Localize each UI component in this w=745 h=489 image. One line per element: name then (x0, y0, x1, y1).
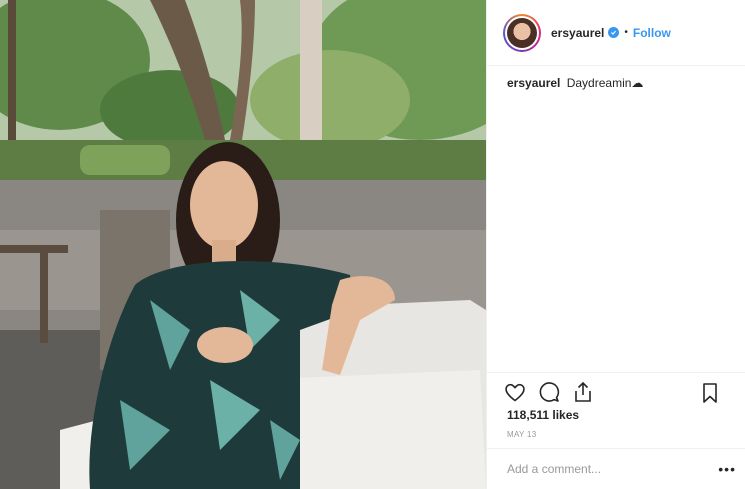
avatar-image (507, 17, 537, 48)
caption-text: Daydreamin☁ (566, 76, 644, 90)
comment-icon[interactable] (537, 380, 561, 404)
more-options-icon[interactable]: ••• (718, 461, 736, 477)
separator-dot: • (624, 27, 628, 38)
post-header: ersyaurel • Follow (487, 0, 745, 66)
post-side-panel: ersyaurel • Follow ersyaurel Daydreamin☁… (486, 0, 745, 489)
bookmark-icon[interactable] (698, 381, 722, 405)
likes-count[interactable]: 118,511 likes (507, 408, 579, 422)
username-link[interactable]: ersyaurel (551, 26, 604, 40)
post-date[interactable]: MAY 13 (507, 430, 537, 439)
username-row: ersyaurel • Follow (551, 26, 671, 40)
caption: ersyaurel Daydreamin☁ (507, 76, 643, 90)
caption-username[interactable]: ersyaurel (507, 76, 560, 90)
comment-input[interactable] (507, 462, 697, 476)
verified-badge-icon (608, 27, 620, 38)
post-photo[interactable] (0, 0, 486, 489)
heart-icon[interactable] (503, 380, 527, 404)
avatar[interactable] (503, 13, 541, 52)
share-icon[interactable] (571, 380, 595, 404)
action-bar (487, 372, 745, 410)
follow-button[interactable]: Follow (633, 26, 671, 40)
photo-scene (0, 0, 486, 489)
comment-section: ••• (487, 448, 745, 489)
